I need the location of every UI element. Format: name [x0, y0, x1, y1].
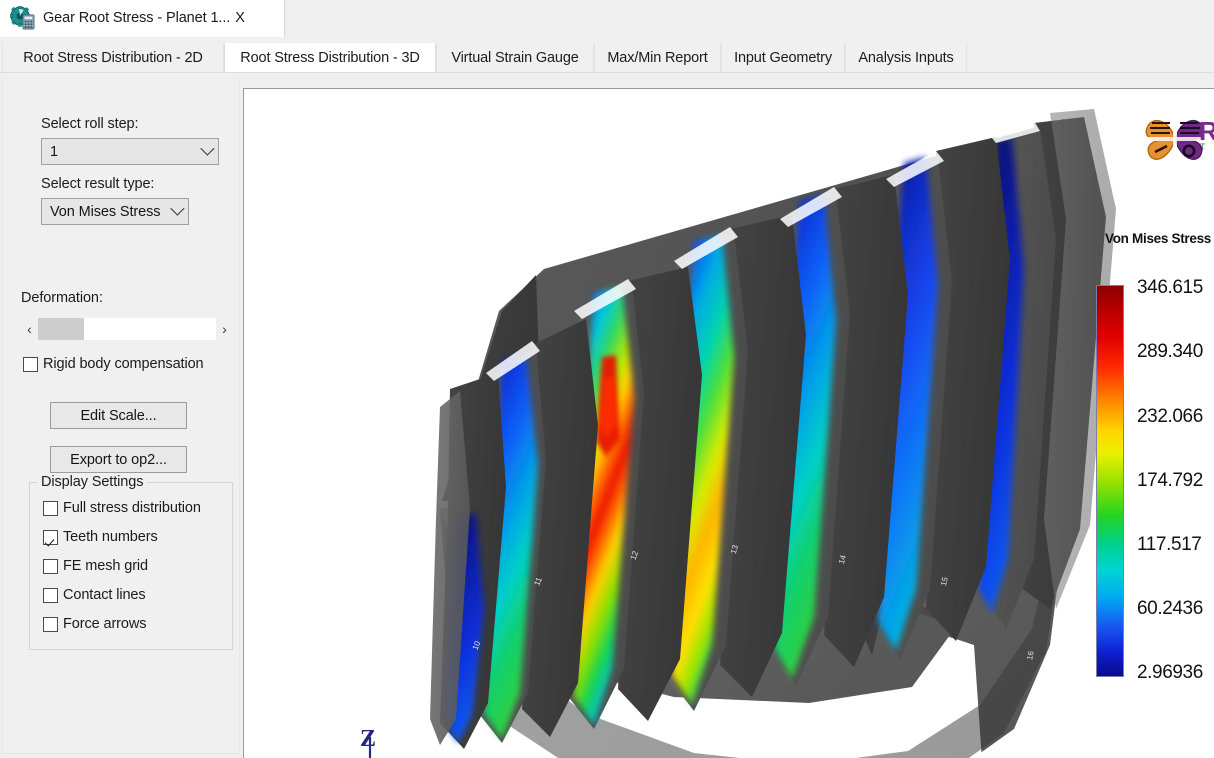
checkbox-box	[43, 587, 58, 603]
checkbox-box	[23, 356, 38, 372]
tab-label: Max/Min Report	[607, 49, 708, 66]
tab-analysis-inputs[interactable]: Analysis Inputs	[845, 43, 967, 72]
checkbox-label: Rigid body compensation	[43, 356, 204, 372]
checkbox-force-arrows[interactable]: Force arrows	[43, 616, 147, 632]
tab-label: Root Stress Distribution - 3D	[240, 50, 420, 66]
close-icon[interactable]: X	[235, 10, 245, 26]
checkbox-box	[43, 500, 58, 516]
roll-step-select[interactable]: 1	[41, 138, 219, 165]
chevron-down-icon	[194, 141, 218, 158]
gear-calculator-icon	[9, 5, 36, 30]
edit-scale-button[interactable]: Edit Scale...	[50, 402, 187, 429]
tab-input-geometry[interactable]: Input Geometry	[721, 43, 845, 72]
tab-label: Root Stress Distribution - 2D	[23, 49, 203, 66]
tab-root-stress-2d[interactable]: Root Stress Distribution - 2D	[2, 43, 224, 72]
legend-value: 174.792	[1137, 470, 1203, 491]
legend-colorbar	[1096, 285, 1124, 677]
gear-3d-render	[368, 109, 1116, 758]
legend-value: 2.96936	[1137, 662, 1203, 683]
tab-label: Virtual Strain Gauge	[451, 49, 579, 66]
gear-root-stress-window: Gear Root Stress - Planet 1... X Root St…	[0, 0, 1214, 758]
display-settings-title: Display Settings	[37, 474, 148, 490]
checkbox-label: Force arrows	[63, 616, 147, 632]
legend-value: 232.066	[1137, 406, 1203, 427]
tab-max-min-report[interactable]: Max/Min Report	[594, 43, 721, 72]
tab-label: Input Geometry	[734, 49, 832, 66]
slider-track[interactable]	[38, 318, 216, 340]
button-label: Export to op2...	[70, 451, 167, 468]
slider-thumb[interactable]	[38, 318, 84, 340]
checkbox-full-stress-distribution[interactable]: Full stress distribution	[43, 500, 201, 516]
legend-value: 289.340	[1137, 341, 1203, 362]
checkbox-label: Teeth numbers	[63, 529, 158, 545]
3d-viewport[interactable]: 10 11 12 13 14 15 16	[243, 88, 1214, 758]
tabstrip: Root Stress Distribution - 2D Root Stres…	[0, 43, 1214, 73]
roll-step-value: 1	[50, 143, 58, 160]
legend-title: Von Mises Stress	[1105, 231, 1211, 246]
checkbox-label: FE mesh grid	[63, 558, 149, 574]
window-title: Gear Root Stress - Planet 1...	[43, 10, 231, 26]
axis-z-label: Z	[360, 726, 377, 752]
checkbox-box	[43, 558, 58, 574]
rigid-body-compensation-checkbox[interactable]: Rigid body compensation	[23, 356, 204, 372]
legend-value: 346.615	[1137, 277, 1203, 298]
result-type-label: Select result type:	[41, 176, 155, 192]
checkbox-box	[43, 529, 58, 545]
tab-root-stress-3d[interactable]: Root Stress Distribution - 3D	[224, 43, 436, 72]
legend-value: 60.2436	[1137, 598, 1203, 619]
checkbox-contact-lines[interactable]: Contact lines	[43, 587, 146, 603]
checkbox-label: Contact lines	[63, 587, 146, 603]
slider-left-arrow-icon[interactable]: ‹	[21, 318, 38, 340]
control-panel: Select roll step: 1 Select result type: …	[2, 78, 240, 754]
deformation-slider[interactable]: ‹ ›	[21, 318, 233, 340]
checkbox-fe-mesh-grid[interactable]: FE mesh grid	[43, 558, 148, 574]
button-label: Edit Scale...	[80, 407, 157, 424]
tooth-number-label: 16	[1025, 650, 1036, 661]
result-type-value: Von Mises Stress	[50, 203, 161, 220]
checkbox-teeth-numbers[interactable]: Teeth numbers	[43, 529, 158, 545]
slider-right-arrow-icon[interactable]: ›	[216, 318, 233, 340]
tab-virtual-strain-gauge[interactable]: Virtual Strain Gauge	[436, 43, 594, 72]
legend-value: 117.517	[1137, 534, 1202, 555]
chevron-down-icon	[164, 201, 188, 218]
brand-tagline: T	[1200, 142, 1206, 152]
result-type-select[interactable]: Von Mises Stress	[41, 198, 189, 225]
export-to-op2-button[interactable]: Export to op2...	[50, 446, 187, 473]
window-titlebar: Gear Root Stress - Planet 1... X	[0, 0, 1214, 37]
window-title-tab[interactable]: Gear Root Stress - Planet 1... X	[0, 0, 285, 37]
checkbox-box	[43, 616, 58, 632]
checkbox-label: Full stress distribution	[63, 500, 201, 516]
deformation-label: Deformation:	[21, 290, 103, 306]
roll-step-label: Select roll step:	[41, 116, 139, 132]
tab-label: Analysis Inputs	[858, 49, 954, 66]
